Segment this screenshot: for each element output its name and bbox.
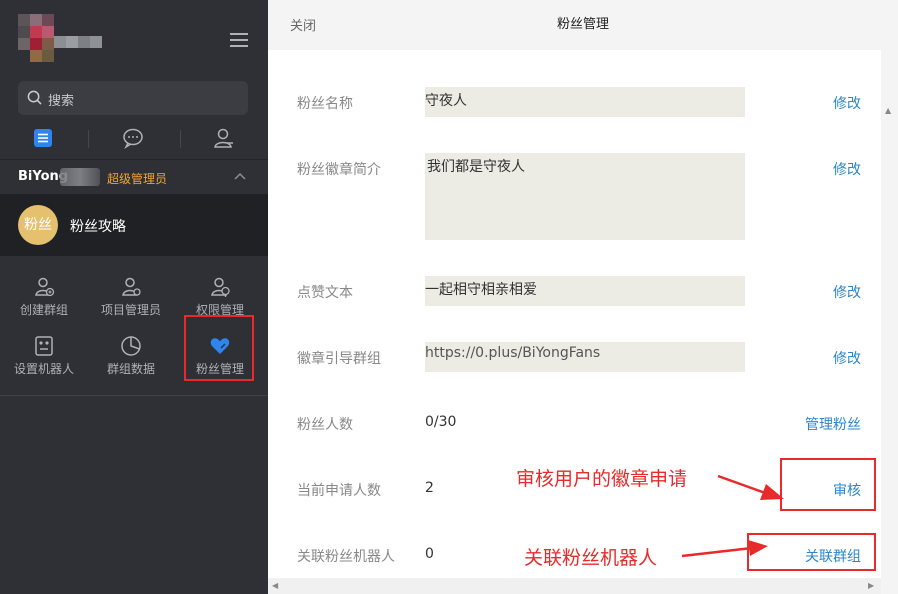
applicants-label: 当前申请人数 <box>297 483 381 499</box>
chat-icon[interactable] <box>122 127 144 149</box>
vertical-scrollbar[interactable]: ▲ ▼ <box>881 50 898 594</box>
group-item[interactable]: 粉丝 粉丝攻略 <box>0 194 268 256</box>
linked-bot-label: 关联粉丝机器人 <box>297 549 395 565</box>
menu-robot[interactable]: 设置机器人 <box>0 335 88 389</box>
highlight-review <box>780 458 876 511</box>
scroll-right-icon[interactable]: ▶ <box>868 581 874 590</box>
menu-label: 项目管理员 <box>100 303 161 317</box>
account-avatar[interactable] <box>18 14 102 62</box>
menu-create-group[interactable]: 创建群组 <box>0 276 88 330</box>
guide-group-field[interactable]: https://0.plus/BiYongFans <box>425 342 745 372</box>
like-text-field[interactable]: 一起相守相亲相爱 <box>425 276 745 306</box>
menu-label: 群组数据 <box>106 362 155 376</box>
chevron-up-icon[interactable] <box>234 171 246 183</box>
annotation-link-text: 关联粉丝机器人 <box>524 547 658 569</box>
menu-label: 创建群组 <box>19 303 68 317</box>
fan-name-label: 粉丝名称 <box>297 96 353 112</box>
guide-group-label: 徽章引导群组 <box>297 351 381 367</box>
search-bar[interactable]: 搜索 <box>18 81 248 115</box>
edit-guide-group-link[interactable]: 修改 <box>833 348 861 368</box>
fan-name-field[interactable]: 守夜人 <box>425 87 745 117</box>
horizontal-scrollbar[interactable]: ◀ ▶ <box>268 578 881 594</box>
annotation-review-text: 审核用户的徽章申请 <box>516 468 688 490</box>
menu-group-data[interactable]: 群组数据 <box>87 335 175 389</box>
sidebar: 搜索 BiYong 超级管理员 粉丝 粉丝攻略 创建群组 项目管理员 权限管理 … <box>0 0 268 594</box>
menu-label: 设置机器人 <box>13 362 74 376</box>
search-placeholder: 搜索 <box>48 94 75 109</box>
menu-icon[interactable] <box>230 33 248 47</box>
fan-count-label: 粉丝人数 <box>297 417 353 433</box>
permission-icon <box>211 277 230 297</box>
user-row[interactable]: BiYong 超级管理员 <box>0 160 268 194</box>
edit-fan-name-link[interactable]: 修改 <box>833 93 861 113</box>
search-icon <box>27 90 42 105</box>
linked-bot-value: 0 <box>425 546 434 562</box>
group-avatar: 粉丝 <box>18 205 58 245</box>
project-admin-icon <box>122 277 141 296</box>
badge-intro-field[interactable]: 我们都是守夜人 <box>425 153 745 240</box>
panel-header: 关闭 粉丝管理 <box>268 0 898 50</box>
like-text-label: 点赞文本 <box>297 285 353 301</box>
user-role: 超级管理员 <box>107 172 168 186</box>
create-group-icon <box>35 277 55 297</box>
manage-fans-link[interactable]: 管理粉丝 <box>805 414 861 434</box>
scroll-up-icon[interactable]: ▲ <box>885 106 891 115</box>
edit-badge-intro-link[interactable]: 修改 <box>833 159 861 179</box>
badge-intro-label: 粉丝徽章简介 <box>297 162 381 178</box>
highlight-fan-management <box>184 315 254 381</box>
list-icon[interactable] <box>32 127 54 149</box>
menu-project-admin[interactable]: 项目管理员 <box>87 276 175 330</box>
group-name: 粉丝攻略 <box>70 219 126 235</box>
edit-like-text-link[interactable]: 修改 <box>833 282 861 302</box>
pie-chart-icon <box>121 336 141 356</box>
robot-icon <box>35 336 53 356</box>
contacts-icon[interactable] <box>213 127 235 149</box>
fan-count-value: 0/30 <box>425 414 457 430</box>
sidebar-tabs <box>0 124 268 154</box>
scroll-left-icon[interactable]: ◀ <box>272 581 278 590</box>
user-name-blurred <box>60 168 100 186</box>
page-title: 粉丝管理 <box>556 17 609 32</box>
applicants-value: 2 <box>425 480 434 496</box>
highlight-link-group <box>747 533 876 571</box>
